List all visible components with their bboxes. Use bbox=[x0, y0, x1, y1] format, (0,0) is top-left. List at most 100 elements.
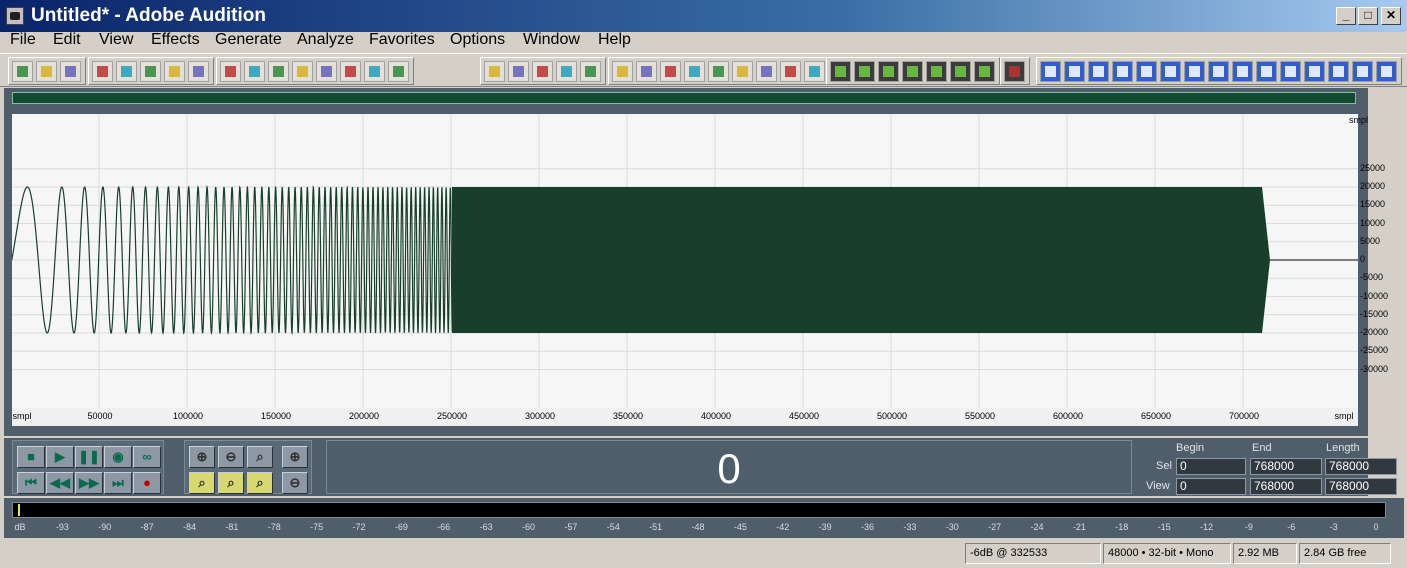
minimize-button[interactable]: _ bbox=[1336, 7, 1356, 25]
copy-new-icon[interactable] bbox=[316, 61, 337, 82]
play-to-end-button[interactable]: ◉ bbox=[104, 446, 132, 468]
menu-edit[interactable]: Edit bbox=[53, 31, 81, 49]
waveform-display[interactable] bbox=[12, 114, 1358, 408]
cut-icon[interactable] bbox=[340, 61, 361, 82]
menu-window[interactable]: Window bbox=[523, 31, 580, 49]
stop-button[interactable]: ■ bbox=[17, 446, 45, 468]
effect-1-icon[interactable] bbox=[830, 61, 851, 82]
fx-3-icon[interactable] bbox=[1184, 61, 1205, 82]
zoom-in-vertical-button[interactable]: ⊕ bbox=[282, 446, 308, 468]
loop-button[interactable]: ∞ bbox=[133, 446, 161, 468]
cue-icon[interactable] bbox=[636, 61, 657, 82]
effect-6-icon[interactable] bbox=[950, 61, 971, 82]
tool-53-icon[interactable] bbox=[1376, 61, 1397, 82]
snap-icon[interactable] bbox=[556, 61, 577, 82]
multitrack-view-icon[interactable] bbox=[36, 61, 57, 82]
close-button[interactable]: ✕ bbox=[1381, 7, 1401, 25]
itu-icon[interactable] bbox=[1280, 61, 1301, 82]
zoom-to-right-button[interactable]: ⌕ bbox=[247, 472, 273, 494]
mix-paste-icon[interactable] bbox=[484, 61, 505, 82]
view-end-field[interactable]: 768000 bbox=[1250, 478, 1322, 495]
fx-7-icon[interactable] bbox=[1328, 61, 1349, 82]
region-icon[interactable] bbox=[612, 61, 633, 82]
paste-new-icon[interactable] bbox=[388, 61, 409, 82]
meter-tick: -66 bbox=[437, 522, 451, 532]
menu-view[interactable]: View bbox=[99, 31, 133, 49]
effect-5-icon[interactable] bbox=[926, 61, 947, 82]
tool-52-icon[interactable] bbox=[1352, 61, 1373, 82]
effect-3-icon[interactable] bbox=[878, 61, 899, 82]
record-button[interactable]: ● bbox=[133, 472, 161, 494]
menu-generate[interactable]: Generate bbox=[215, 31, 282, 49]
monitor-icon[interactable] bbox=[1004, 61, 1025, 82]
fx-5-icon[interactable] bbox=[1232, 61, 1253, 82]
vp-icon[interactable] bbox=[1112, 61, 1133, 82]
rewind-button[interactable]: ◀◀ bbox=[46, 472, 74, 494]
go-to-end-button[interactable]: ⏭ bbox=[104, 472, 132, 494]
sel-length-field[interactable]: 768000 bbox=[1325, 458, 1397, 475]
status-bar: -6dB @ 332533 48000 • 32-bit • Mono 2.92… bbox=[0, 540, 1407, 568]
menu-options[interactable]: Options bbox=[450, 31, 505, 49]
zoom-in-horizontal-button[interactable]: ⊕ bbox=[189, 446, 215, 468]
ap-icon[interactable] bbox=[1040, 61, 1061, 82]
redo-icon[interactable] bbox=[244, 61, 265, 82]
effect-7-icon[interactable] bbox=[974, 61, 995, 82]
zero-cross-icon[interactable] bbox=[532, 61, 553, 82]
play-button[interactable]: ▶ bbox=[46, 446, 74, 468]
stats-icon[interactable] bbox=[780, 61, 801, 82]
play-icon[interactable] bbox=[708, 61, 729, 82]
menu-file[interactable]: File bbox=[10, 31, 36, 49]
fx-4-icon[interactable] bbox=[1208, 61, 1229, 82]
paste-icon[interactable] bbox=[364, 61, 385, 82]
overview-bar[interactable] bbox=[12, 92, 1356, 104]
zoom-icon[interactable] bbox=[732, 61, 753, 82]
menu-help[interactable]: Help bbox=[598, 31, 631, 49]
fx-6-icon[interactable] bbox=[1256, 61, 1277, 82]
save-icon[interactable] bbox=[140, 61, 161, 82]
zoom-out-vertical-button[interactable]: ⊖ bbox=[282, 472, 308, 494]
view-label: View bbox=[1146, 480, 1170, 492]
sel-begin-field[interactable]: 0 bbox=[1176, 458, 1246, 475]
menu-analyze[interactable]: Analyze bbox=[297, 31, 354, 49]
app-icon[interactable] bbox=[6, 7, 24, 25]
menu-effects[interactable]: Effects bbox=[151, 31, 200, 49]
save-as-icon[interactable] bbox=[164, 61, 185, 82]
meter-tick: -39 bbox=[818, 522, 832, 532]
new-icon[interactable] bbox=[92, 61, 113, 82]
maximize-button[interactable]: □ bbox=[1358, 7, 1378, 25]
cd-view-icon[interactable] bbox=[60, 61, 81, 82]
effect-4-icon[interactable] bbox=[902, 61, 923, 82]
repeat-icon[interactable] bbox=[268, 61, 289, 82]
undo-icon[interactable] bbox=[220, 61, 241, 82]
mc-icon[interactable] bbox=[1088, 61, 1109, 82]
pause-button[interactable]: ❚❚ bbox=[75, 446, 103, 468]
amplitude-tick: 15000 bbox=[1360, 199, 1386, 210]
go-to-beginning-button[interactable]: ⏮ bbox=[17, 472, 45, 494]
zoom-full-button[interactable]: ⌕ bbox=[247, 446, 273, 468]
copy-icon[interactable] bbox=[292, 61, 313, 82]
sel-end-field[interactable]: 768000 bbox=[1250, 458, 1322, 475]
effect-2-icon[interactable] bbox=[854, 61, 875, 82]
frequency-icon[interactable] bbox=[804, 61, 825, 82]
info-icon[interactable] bbox=[660, 61, 681, 82]
trim-icon[interactable] bbox=[508, 61, 529, 82]
edit-view-icon[interactable] bbox=[12, 61, 33, 82]
save-all-icon[interactable] bbox=[188, 61, 209, 82]
view-length-field[interactable]: 768000 bbox=[1325, 478, 1397, 495]
view-begin-field[interactable]: 0 bbox=[1176, 478, 1246, 495]
zoom-out-horizontal-button[interactable]: ⊖ bbox=[218, 446, 244, 468]
fx-2-icon[interactable] bbox=[1160, 61, 1181, 82]
st-icon[interactable] bbox=[1304, 61, 1325, 82]
zoom-selection-button[interactable]: ⌕ bbox=[218, 472, 244, 494]
ap42-icon[interactable] bbox=[1064, 61, 1085, 82]
meter-tick: -72 bbox=[352, 522, 366, 532]
grid-icon[interactable] bbox=[684, 61, 705, 82]
time-ruler[interactable]: smpl 50000 100000 150000 200000 250000 300000 3… bbox=[12, 408, 1358, 426]
mark-icon[interactable] bbox=[580, 61, 601, 82]
time-display-icon[interactable] bbox=[756, 61, 777, 82]
fx-1-icon[interactable] bbox=[1136, 61, 1157, 82]
menu-favorites[interactable]: Favorites bbox=[369, 31, 435, 49]
zoom-to-left-button[interactable]: ⌕ bbox=[189, 472, 215, 494]
fast-forward-button[interactable]: ▶▶ bbox=[75, 472, 103, 494]
open-icon[interactable] bbox=[116, 61, 137, 82]
